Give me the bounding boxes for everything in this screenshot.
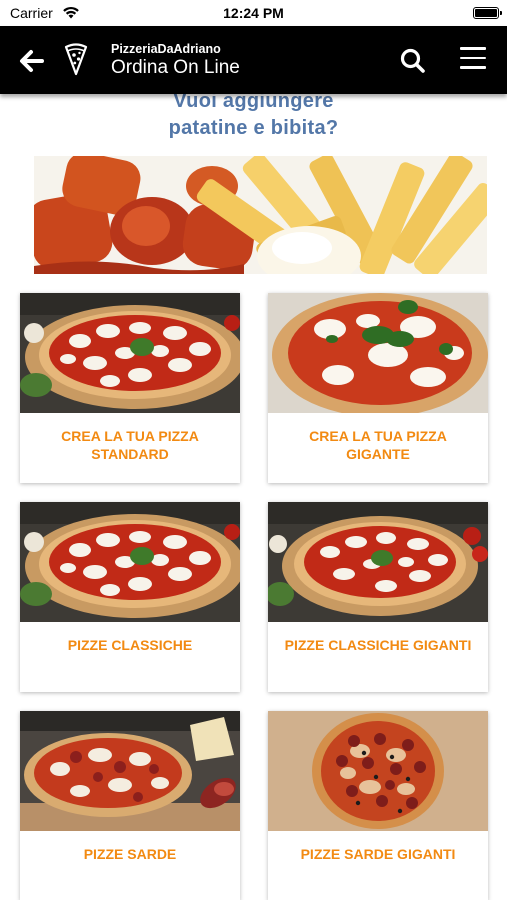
card-label: PIZZE CLASSICHE GIGANTI <box>284 637 472 653</box>
page-title: Ordina On Line <box>111 57 240 78</box>
category-card-crea-gigante[interactable]: CREA LA TUA PIZZA GIGANTE <box>268 293 488 483</box>
arrow-left-icon <box>20 50 44 72</box>
back-button[interactable] <box>18 48 46 74</box>
category-card-pizze-classiche[interactable]: PIZZE CLASSICHE <box>20 502 240 692</box>
app-header: PizzeriaDaAdriano Ordina On Line <box>0 26 507 94</box>
promo-text: Vuoi aggiungere patatine e bibita? <box>0 94 507 142</box>
fries-and-sausages-image <box>34 156 487 274</box>
promo-line-2: patatine e bibita? <box>168 117 339 139</box>
search-icon <box>400 48 425 73</box>
pizza-slice-icon <box>64 43 88 76</box>
card-label: PIZZE SARDE GIGANTI <box>300 846 456 862</box>
category-card-crea-standard[interactable]: CREA LA TUA PIZZA STANDARD <box>20 293 240 483</box>
battery-icon <box>473 7 502 19</box>
pizza-with-salami-image <box>268 711 488 831</box>
hamburger-menu-button[interactable] <box>460 47 490 73</box>
category-card-pizze-sarde-giganti[interactable]: PIZZE SARDE GIGANTI <box>268 711 488 900</box>
header-titles: PizzeriaDaAdriano Ordina On Line <box>111 41 240 79</box>
card-label: CREA LA TUA PIZZA GIGANTE <box>309 428 447 462</box>
margherita-pizza-image <box>20 293 240 413</box>
header-subtitle: PizzeriaDaAdriano <box>111 42 221 56</box>
card-label: PIZZE CLASSICHE <box>67 637 193 653</box>
search-button[interactable] <box>398 46 428 76</box>
menu-line <box>460 56 486 59</box>
category-card-pizze-classiche-giganti[interactable]: PIZZE CLASSICHE GIGANTI <box>268 502 488 692</box>
margherita-pizza-image <box>268 293 488 413</box>
category-card-pizze-sarde[interactable]: PIZZE SARDE <box>20 711 240 900</box>
status-bar: Carrier 12:24 PM <box>0 0 507 26</box>
card-label: PIZZE SARDE <box>83 846 177 862</box>
menu-line <box>460 47 486 50</box>
margherita-pizza-image <box>268 502 488 622</box>
status-time: 12:24 PM <box>223 5 284 21</box>
card-label: CREA LA TUA PIZZA STANDARD <box>61 428 199 462</box>
margherita-pizza-image <box>20 502 240 622</box>
pizza-with-salami-image <box>20 711 240 831</box>
menu-line <box>460 66 486 69</box>
promo-line-1: Vuoi aggiungere <box>173 94 334 112</box>
promo-banner[interactable]: Vuoi aggiungere patatine e bibita? <box>0 94 507 279</box>
